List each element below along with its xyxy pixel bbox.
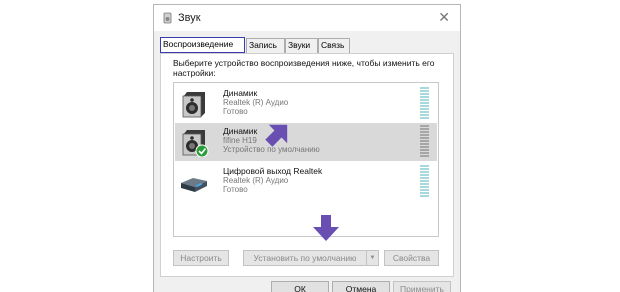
down-arrow-icon bbox=[313, 215, 339, 241]
device-list[interactable]: Динамик Realtek (R) Аудио Готово Динамик… bbox=[173, 82, 439, 237]
volume-meter bbox=[420, 125, 429, 159]
tab-recording[interactable]: Запись bbox=[246, 38, 285, 53]
ok-button[interactable]: ОК bbox=[271, 281, 329, 292]
cancel-button[interactable]: Отмена bbox=[332, 281, 390, 292]
tab-playback[interactable]: Воспроизведение bbox=[160, 37, 245, 53]
close-icon[interactable]: ✕ bbox=[438, 9, 450, 25]
instructions-text: Выберите устройство воспроизведения ниже… bbox=[173, 58, 435, 78]
digital-output-icon bbox=[181, 178, 207, 192]
properties-button[interactable]: Свойства bbox=[384, 250, 439, 266]
volume-meter bbox=[420, 87, 429, 121]
tab-sounds[interactable]: Звуки bbox=[285, 38, 318, 53]
pointer-arrow-icon bbox=[265, 124, 288, 147]
volume-meter bbox=[420, 165, 429, 199]
set-default-button[interactable]: Установить по умолчанию ▼ bbox=[243, 250, 379, 266]
window-title: Звук bbox=[178, 12, 201, 24]
playback-panel: Выберите устройство воспроизведения ниже… bbox=[160, 53, 454, 277]
speaker-default-icon bbox=[182, 130, 209, 157]
device-item[interactable]: Динамик Realtek (R) Аудио Готово bbox=[175, 85, 437, 123]
dropdown-arrow-icon[interactable]: ▼ bbox=[366, 251, 378, 265]
sound-app-icon bbox=[163, 12, 172, 24]
device-driver: fifine H19 bbox=[223, 136, 257, 145]
device-driver: Realtek (R) Аудио bbox=[223, 98, 289, 107]
device-name: Динамик bbox=[223, 88, 258, 98]
device-item[interactable]: Цифровой выход Realtek Realtek (R) Аудио… bbox=[175, 163, 437, 201]
device-name: Динамик bbox=[223, 126, 258, 136]
device-status: Готово bbox=[223, 107, 248, 116]
configure-button[interactable]: Настроить bbox=[173, 250, 229, 266]
device-item-selected[interactable]: Динамик fifine H19 Устройство по умолчан… bbox=[175, 123, 437, 161]
device-name: Цифровой выход Realtek bbox=[223, 166, 323, 176]
device-status: Готово bbox=[223, 185, 248, 194]
sound-dialog: Звук ✕ Воспроизведение Запись Звуки Связ… bbox=[153, 4, 461, 292]
speaker-icon bbox=[182, 92, 205, 118]
apply-button[interactable]: Применить bbox=[393, 281, 451, 292]
tab-communications[interactable]: Связь bbox=[318, 38, 350, 53]
title-bar: Звук ✕ bbox=[154, 5, 460, 31]
device-driver: Realtek (R) Аудио bbox=[223, 176, 289, 185]
set-default-label: Установить по умолчанию bbox=[253, 253, 357, 263]
